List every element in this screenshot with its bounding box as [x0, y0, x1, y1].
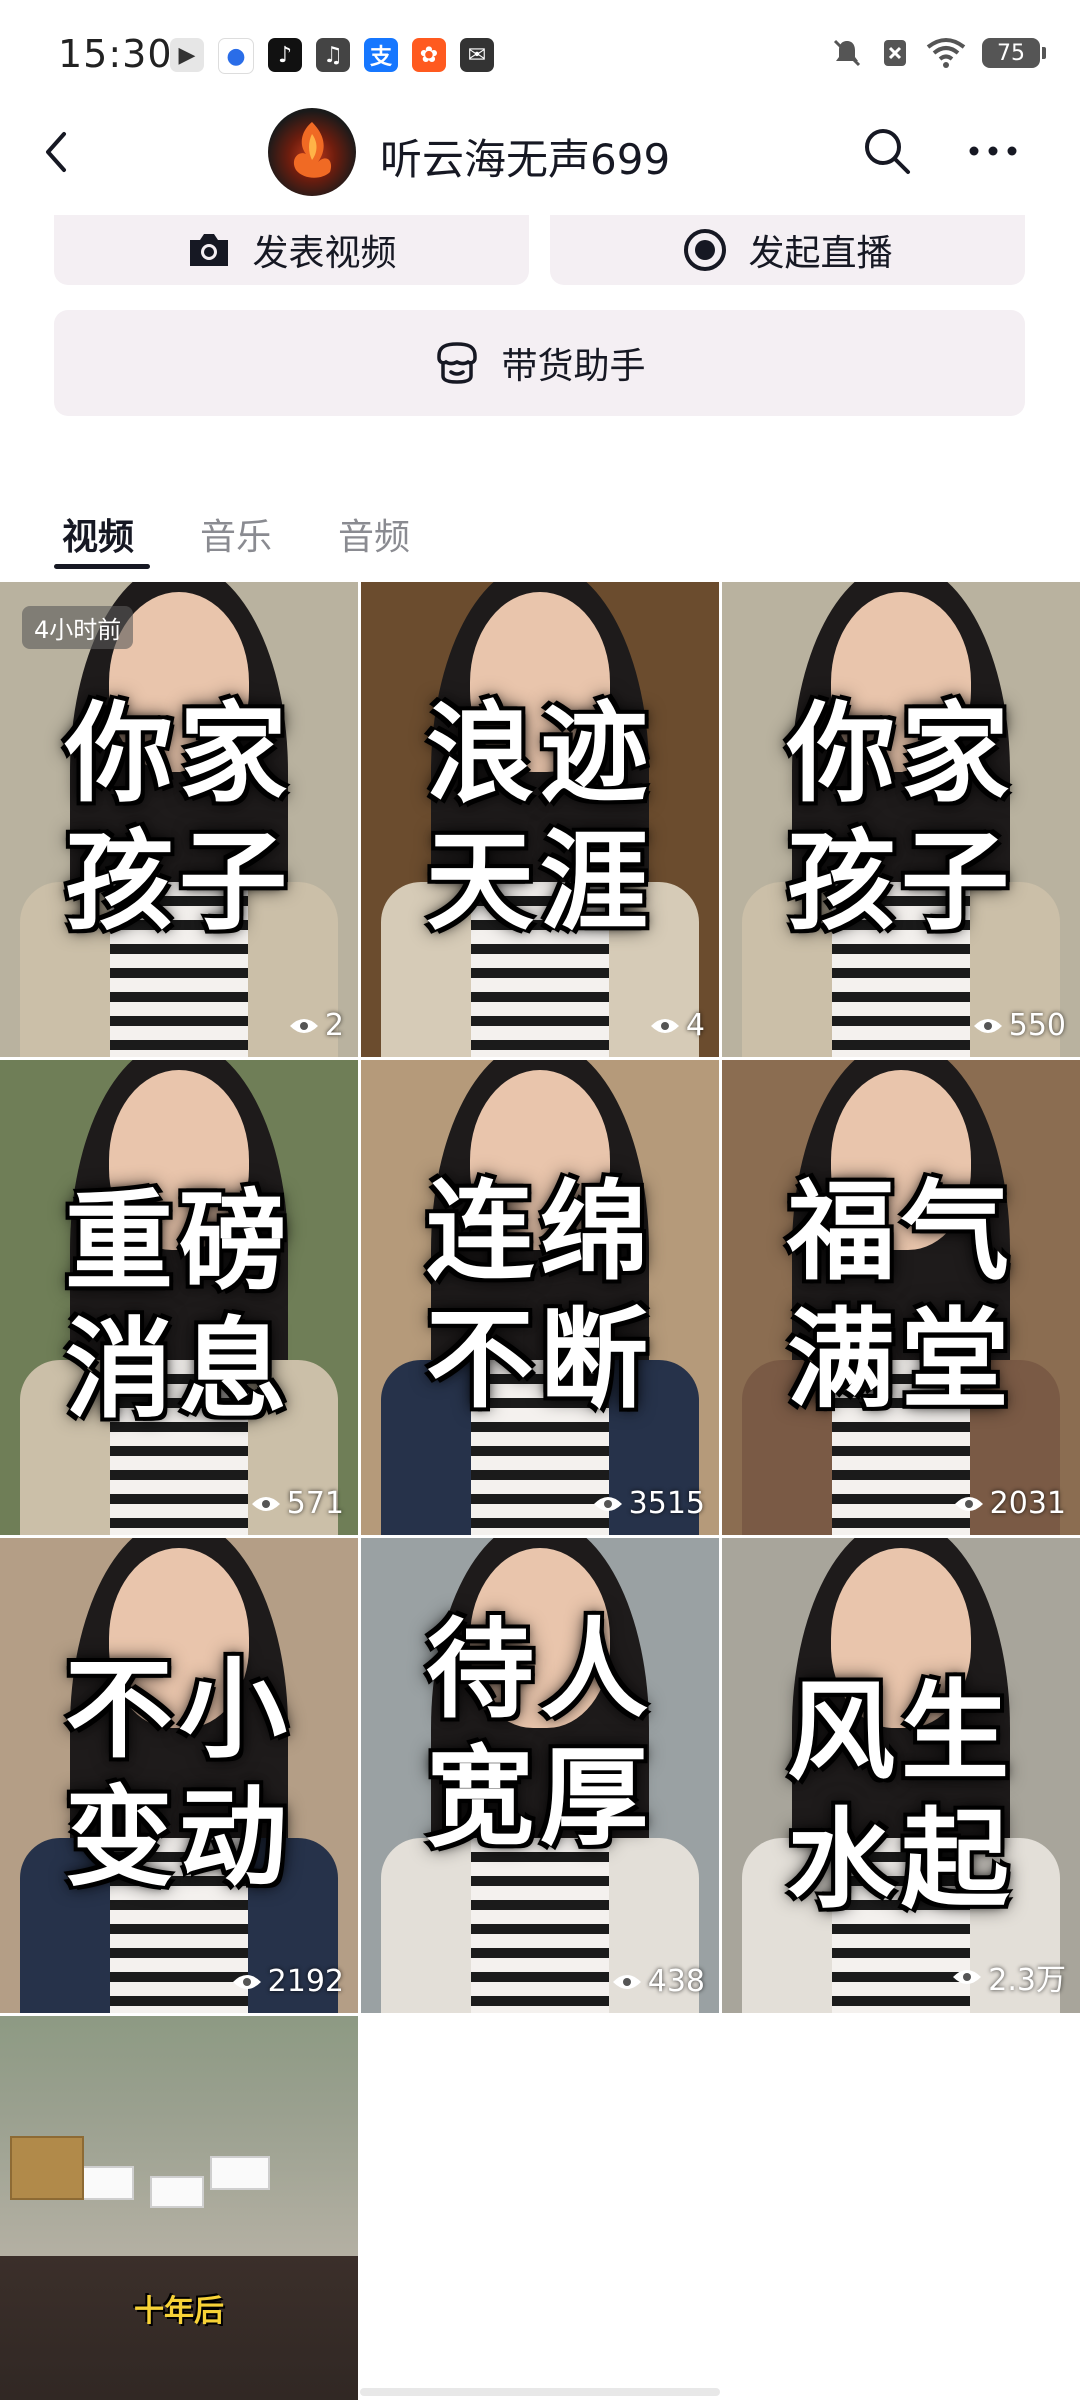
- video-caption-line2: 满堂: [786, 1297, 1015, 1423]
- system-icons: 75: [830, 36, 1046, 70]
- video-caption-line1: 不小: [64, 1647, 293, 1773]
- video-caption-line2: 变动: [64, 1775, 293, 1901]
- eye-icon: [973, 1018, 1002, 1033]
- alipay-icon: 支: [364, 38, 398, 72]
- video-caption-line1: 福气: [786, 1169, 1015, 1295]
- video-caption-line2: 不断: [425, 1297, 654, 1423]
- view-count: 2.3万: [952, 1955, 1066, 1999]
- view-count-value: 4: [685, 1008, 705, 1043]
- video-tile-10[interactable]: 十年后: [0, 2016, 358, 2400]
- tab-video[interactable]: 视频: [62, 508, 134, 560]
- baidu-icon: ●: [218, 38, 254, 74]
- eye-icon: [953, 1970, 982, 1984]
- wifi-icon: [926, 38, 966, 68]
- view-count: 3515: [593, 1486, 705, 1521]
- tab-audio[interactable]: 音频: [338, 508, 410, 560]
- tab-underline: [54, 564, 150, 569]
- video-caption-line1: 浪迹: [425, 691, 654, 817]
- video-tile-2[interactable]: 浪迹 天涯 4: [361, 582, 719, 1057]
- view-count: 550: [973, 1008, 1066, 1043]
- video-caption-line1: 你家: [64, 691, 293, 817]
- video-tile-5[interactable]: 连绵 不断 3515: [361, 1060, 719, 1535]
- view-count-value: 3515: [628, 1486, 705, 1521]
- tiktok-icon: ♪: [268, 38, 302, 72]
- publish-video-label: 发表视频: [252, 233, 397, 274]
- thumbnail-box: [150, 2176, 204, 2208]
- top-nav: 听云海无声699: [0, 100, 1080, 205]
- phoenix-icon: [293, 122, 332, 178]
- thumbnail-jacket-left: [381, 1838, 471, 2013]
- shop-icon: ✿: [412, 38, 446, 72]
- video-caption-line1: 风生: [786, 1669, 1015, 1795]
- live-icon: [684, 229, 727, 271]
- shop-assistant-icon: [437, 342, 478, 384]
- no-sim-icon: [884, 40, 906, 66]
- video-tile-1[interactable]: 你家 孩子 4小时前 2: [0, 582, 358, 1057]
- video-caption-line2: 孩子: [64, 819, 293, 945]
- status-time: 15:30: [58, 32, 173, 76]
- thumbnail-box: [210, 2156, 270, 2190]
- view-count-value: 438: [647, 1964, 705, 1999]
- view-count: 2192: [232, 1964, 344, 1999]
- eye-icon: [954, 1496, 983, 1511]
- eye-icon: [650, 1018, 679, 1033]
- publish-video-button[interactable]: 发表视频: [54, 215, 529, 285]
- battery-indicator: 75: [982, 38, 1046, 68]
- video-tile-7[interactable]: 不小 变动 2192: [0, 1538, 358, 2013]
- mute-icon: [833, 39, 861, 67]
- back-icon[interactable]: [30, 122, 90, 182]
- view-count: 4: [650, 1008, 705, 1043]
- video-caption-line2: 水起: [786, 1797, 1015, 1923]
- sales-assistant-label: 带货助手: [501, 346, 646, 387]
- video-caption-line2: 天涯: [425, 819, 654, 945]
- eye-icon: [232, 1974, 261, 1989]
- view-count-value: 550: [1008, 1008, 1066, 1043]
- video-tile-6[interactable]: 福气 满堂 2031: [722, 1060, 1080, 1535]
- eye-icon: [289, 1018, 318, 1033]
- time-badge: 4小时前: [22, 606, 134, 649]
- profile-name[interactable]: 听云海无声699: [380, 126, 670, 187]
- play-icon: ▶: [170, 38, 204, 72]
- video-tile-9[interactable]: 风生 水起 2.3万: [722, 1538, 1080, 2013]
- start-live-button[interactable]: 发起直播: [550, 215, 1025, 285]
- eye-icon: [612, 1974, 641, 1989]
- video-tile-3[interactable]: 你家 孩子 550: [722, 582, 1080, 1057]
- view-count-value: 2192: [267, 1964, 344, 1999]
- mail-icon: ✉: [460, 38, 494, 72]
- search-icon[interactable]: [858, 122, 916, 180]
- video-tile-8[interactable]: 待人 宽厚 438: [361, 1538, 719, 2013]
- view-count-value: 2031: [989, 1486, 1066, 1521]
- view-count: 571: [251, 1486, 344, 1521]
- video-caption-line1: 待人: [425, 1607, 654, 1733]
- video-caption-line2: 消息: [64, 1307, 293, 1433]
- sales-assistant-button[interactable]: 带货助手: [54, 310, 1025, 416]
- start-live-label: 发起直播: [748, 233, 893, 274]
- view-count-value: 571: [286, 1486, 344, 1521]
- view-count: 2031: [954, 1486, 1066, 1521]
- view-count: 438: [612, 1964, 705, 1999]
- tab-music[interactable]: 音乐: [200, 508, 272, 560]
- view-count-value: 2: [324, 1008, 344, 1043]
- video-caption-line2: 宽厚: [425, 1735, 654, 1861]
- notification-icons: ▶ ● ♪ ♫ 支 ✿ ✉: [170, 38, 494, 74]
- video-caption-line1: 你家: [786, 691, 1015, 817]
- video-caption: 十年后: [134, 2294, 224, 2329]
- video-caption-line1: 连绵: [425, 1169, 654, 1295]
- view-count: 2: [289, 1008, 344, 1043]
- video-caption-line1: 重磅: [64, 1179, 293, 1305]
- status-bar: 15:30 ▶ ● ♪ ♫ 支 ✿ ✉ 75: [0, 0, 1080, 110]
- camera-icon: [190, 234, 229, 266]
- avatar[interactable]: [268, 108, 356, 196]
- view-count-value: 2.3万: [988, 1963, 1066, 1998]
- more-icon[interactable]: [958, 122, 1028, 180]
- music-icon: ♫: [316, 38, 350, 72]
- thumbnail-bag: [10, 2136, 84, 2200]
- eye-icon: [593, 1496, 622, 1511]
- eye-icon: [251, 1496, 280, 1511]
- video-tile-4[interactable]: 重磅 消息 571: [0, 1060, 358, 1535]
- video-caption-line2: 孩子: [786, 819, 1015, 945]
- content-tabs: 视频 音乐 音频: [0, 500, 1080, 570]
- home-indicator[interactable]: [360, 2388, 720, 2396]
